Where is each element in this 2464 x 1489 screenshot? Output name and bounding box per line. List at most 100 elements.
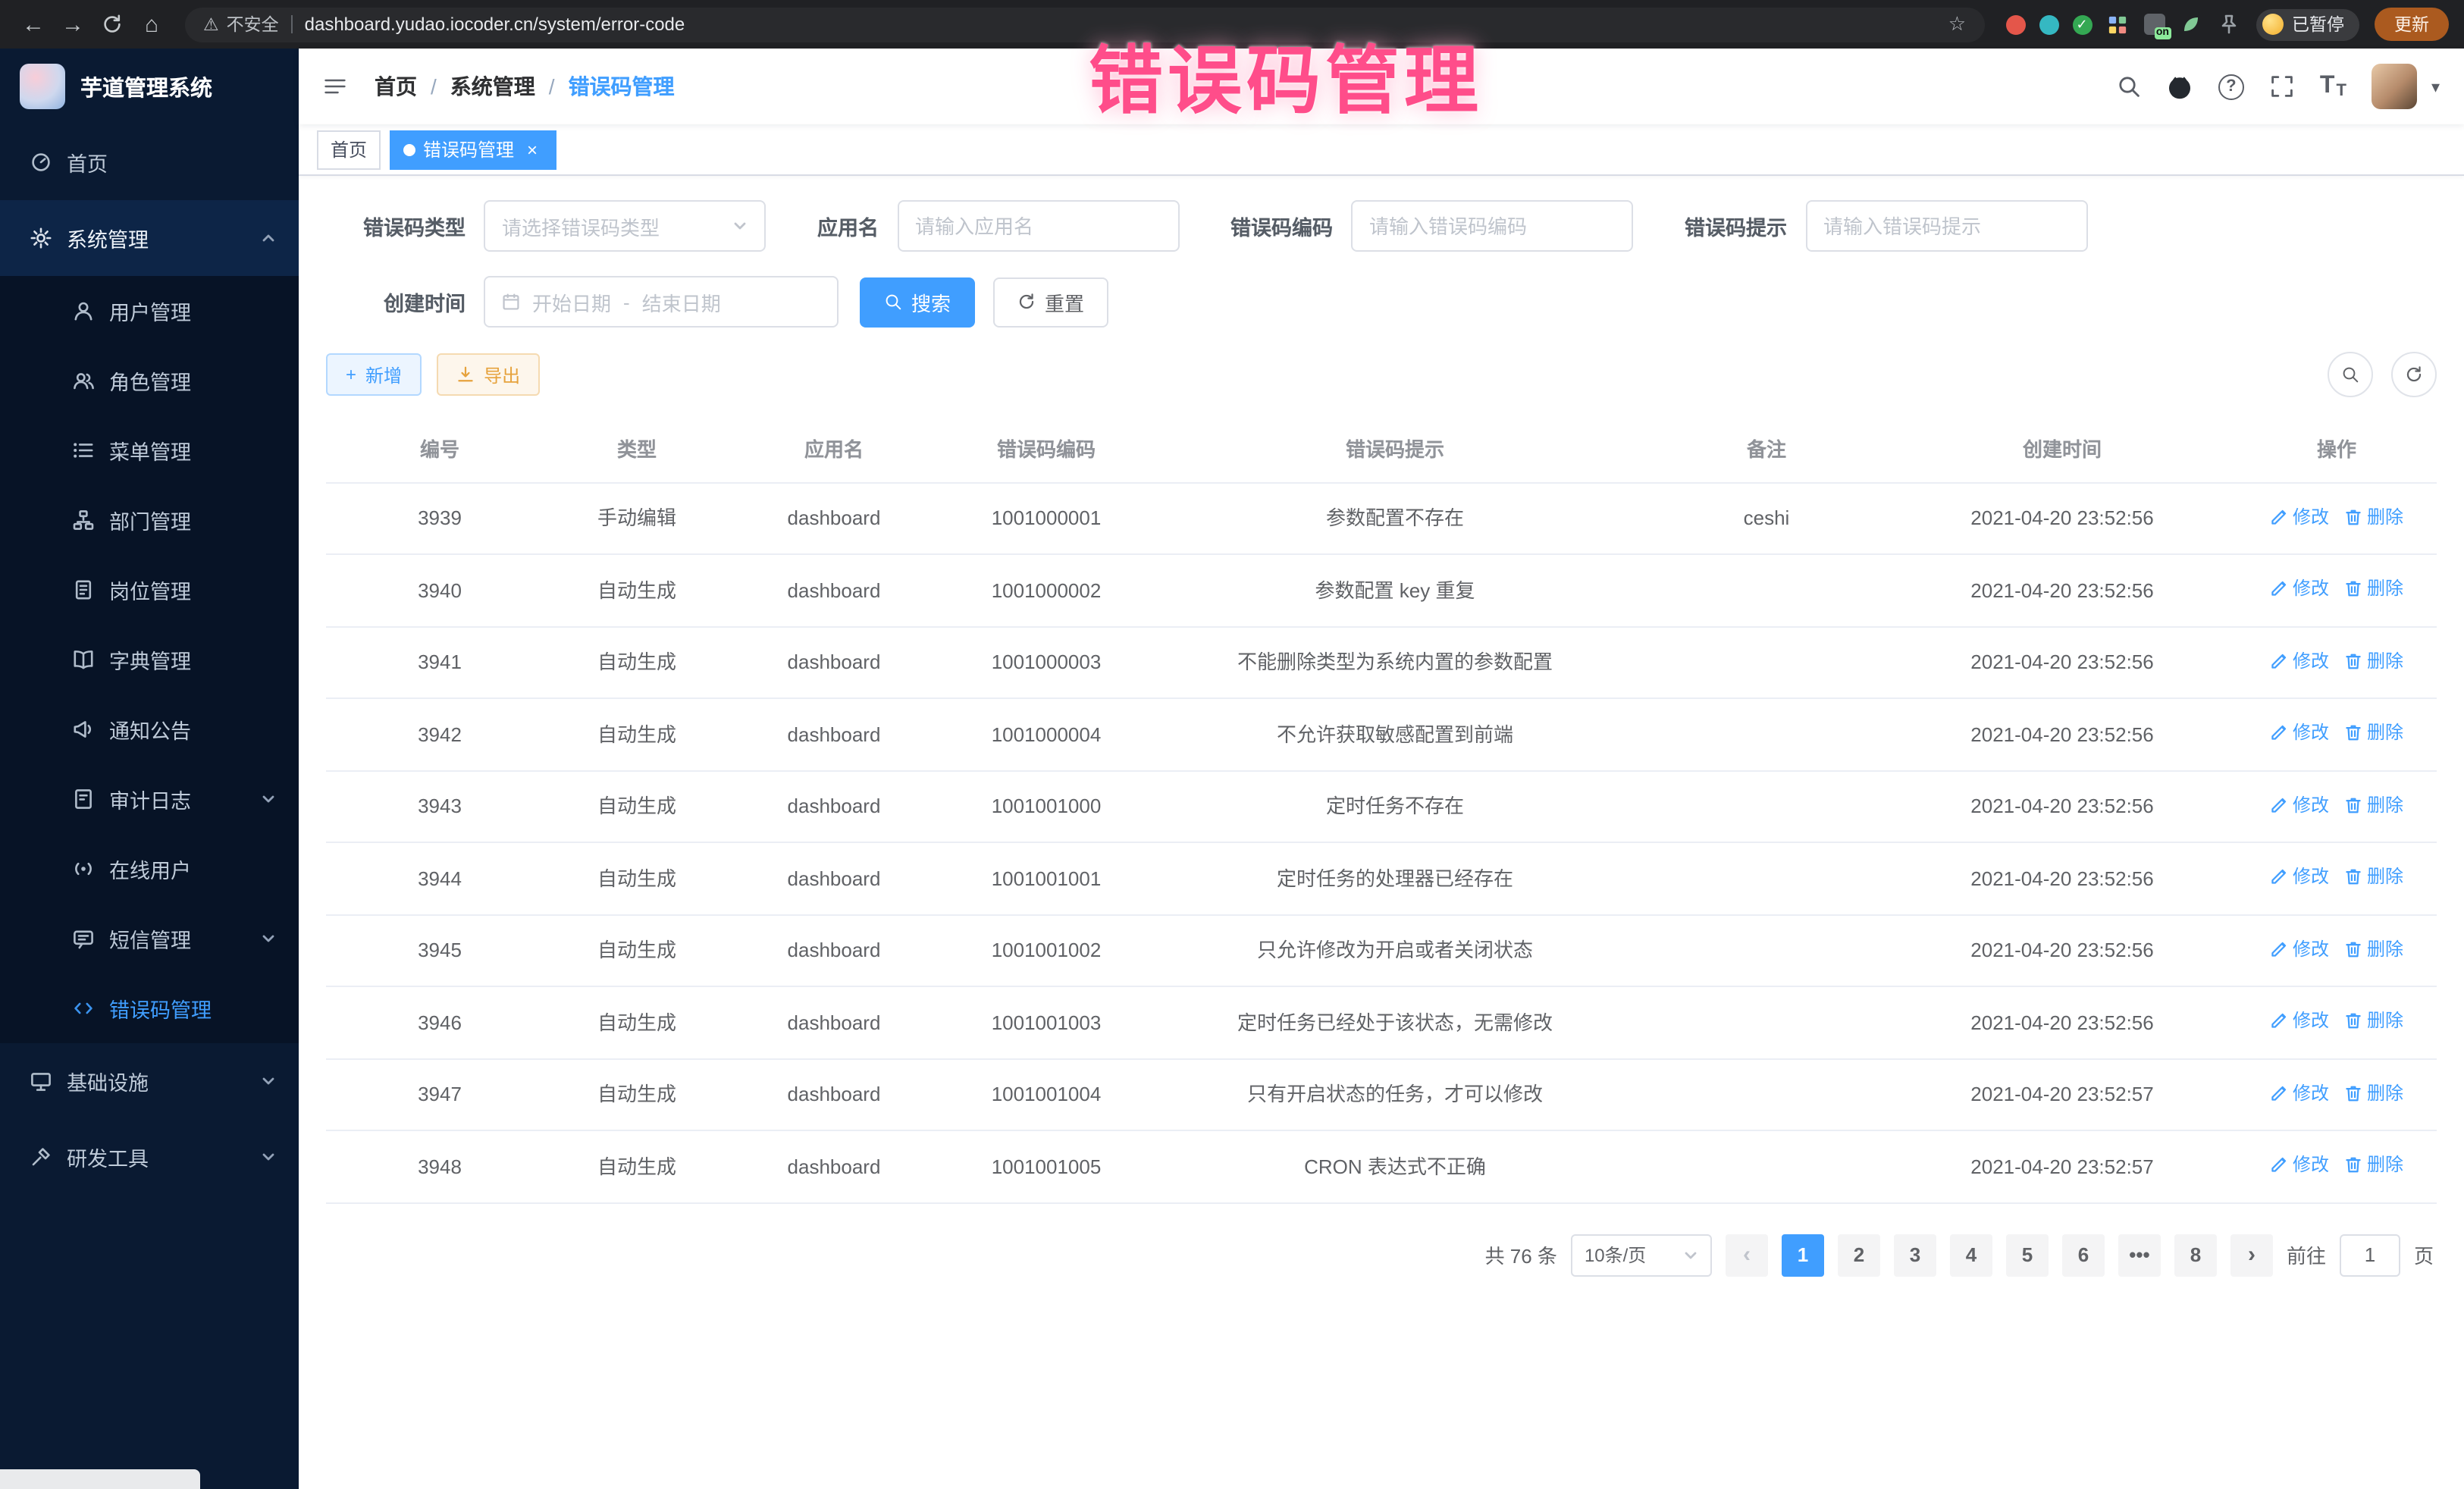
search-button[interactable]: 搜索	[860, 277, 975, 327]
address-bar[interactable]: ⚠ 不安全 dashboard.yudao.iocoder.cn/system/…	[185, 7, 1984, 42]
edit-link[interactable]: 修改	[2270, 791, 2329, 818]
delete-link[interactable]: 删除	[2344, 791, 2403, 818]
cell-app: dashboard	[720, 914, 948, 986]
delete-link[interactable]: 删除	[2344, 719, 2403, 746]
add-button[interactable]: + 新增	[326, 353, 422, 396]
chevron-down-icon	[261, 1074, 276, 1089]
tab-home[interactable]: 首页	[317, 130, 381, 169]
search-icon[interactable]	[2117, 74, 2141, 99]
reload-icon[interactable]	[94, 6, 130, 42]
cell-hint: 参数配置 key 重复	[1145, 554, 1645, 626]
cell-code: 1001000004	[948, 698, 1145, 770]
page-button[interactable]: 6	[2062, 1234, 2105, 1276]
delete-link[interactable]: 删除	[2344, 575, 2403, 602]
edit-link[interactable]: 修改	[2270, 863, 2329, 890]
edit-icon	[2270, 1083, 2288, 1102]
show-search-button[interactable]	[2328, 352, 2373, 397]
browser-update-button[interactable]: 更新	[2375, 8, 2449, 41]
sidebar-item-online-users[interactable]: 在线用户	[0, 834, 299, 904]
refresh-table-button[interactable]	[2391, 352, 2437, 397]
apps-grid-icon[interactable]	[2105, 12, 2130, 36]
edit-link[interactable]: 修改	[2270, 647, 2329, 674]
help-icon[interactable]: ?	[2218, 74, 2244, 99]
edit-link[interactable]: 修改	[2270, 935, 2329, 962]
error-hint-input[interactable]	[1823, 215, 2069, 237]
delete-link[interactable]: 删除	[2344, 935, 2403, 962]
app-name-input[interactable]	[915, 215, 1161, 237]
sidebar-item-error-code[interactable]: 错误码管理	[0, 973, 299, 1043]
back-icon[interactable]: ←	[15, 6, 52, 42]
next-page-button[interactable]: ›	[2230, 1234, 2273, 1276]
breadcrumb-home[interactable]: 首页	[375, 71, 417, 102]
delete-link[interactable]: 删除	[2344, 863, 2403, 890]
delete-link[interactable]: 删除	[2344, 1151, 2403, 1178]
sidebar-item-menus[interactable]: 菜单管理	[0, 415, 299, 485]
record-indicator-icon[interactable]	[2005, 14, 2025, 34]
sidebar-item-notices[interactable]: 通知公告	[0, 694, 299, 764]
sidebar-item-home[interactable]: 首页	[0, 124, 299, 200]
github-icon[interactable]	[2167, 74, 2193, 99]
sidebar-item-departments[interactable]: 部门管理	[0, 485, 299, 555]
close-icon[interactable]: ×	[522, 139, 543, 160]
bookmark-star-icon[interactable]: ☆	[1948, 12, 1966, 36]
sidebar-item-dictionary[interactable]: 字典管理	[0, 625, 299, 694]
pin-extension-icon[interactable]	[2216, 12, 2240, 36]
cell-remark	[1645, 1058, 1888, 1130]
sidebar-item-dev-tools[interactable]: 研发工具	[0, 1119, 299, 1195]
proxy-extension-icon[interactable]: on	[2143, 14, 2165, 35]
cell-hint: 不允许获取敏感配置到前端	[1145, 698, 1645, 770]
page-button[interactable]: 2	[1838, 1234, 1880, 1276]
check-extension-icon[interactable]: ✓	[2072, 14, 2092, 34]
sidebar-item-audit-log[interactable]: 审计日志	[0, 764, 299, 834]
cell-remark	[1645, 842, 1888, 914]
delete-link[interactable]: 删除	[2344, 503, 2403, 530]
edit-link[interactable]: 修改	[2270, 1007, 2329, 1034]
megaphone-icon	[71, 718, 94, 741]
search-icon	[2341, 365, 2359, 384]
date-range-picker[interactable]: 开始日期 - 结束日期	[484, 276, 839, 328]
hamburger-icon[interactable]	[323, 74, 347, 99]
page-button[interactable]: 4	[1950, 1234, 1992, 1276]
edit-link[interactable]: 修改	[2270, 1079, 2329, 1106]
cell-id: 3941	[326, 626, 553, 698]
breadcrumb-system[interactable]: 系统管理	[450, 71, 535, 102]
sidebar-item-infrastructure[interactable]: 基础设施	[0, 1043, 299, 1119]
leaf-extension-icon[interactable]	[2178, 12, 2202, 36]
cell-id: 3940	[326, 554, 553, 626]
delete-link[interactable]: 删除	[2344, 1079, 2403, 1106]
delete-link[interactable]: 删除	[2344, 647, 2403, 674]
page-size-select[interactable]: 10条/页	[1571, 1234, 1712, 1276]
error-code-input[interactable]	[1369, 215, 1615, 237]
sidebar-item-sms[interactable]: 短信管理	[0, 904, 299, 973]
reset-button[interactable]: 重置	[993, 277, 1108, 327]
edit-link[interactable]: 修改	[2270, 1151, 2329, 1178]
profile-paused-chip[interactable]: 已暂停	[2256, 8, 2359, 40]
fullscreen-icon[interactable]	[2270, 74, 2294, 99]
logo[interactable]: 芋道管理系统	[0, 49, 299, 124]
extension-icon[interactable]	[2039, 14, 2058, 34]
font-size-icon[interactable]: TT	[2320, 73, 2346, 100]
forward-icon[interactable]: →	[55, 6, 91, 42]
edit-link[interactable]: 修改	[2270, 503, 2329, 530]
home-icon[interactable]: ⌂	[133, 6, 170, 42]
delete-link[interactable]: 删除	[2344, 1007, 2403, 1034]
sidebar-item-users[interactable]: 用户管理	[0, 276, 299, 346]
prev-page-button[interactable]: ‹	[1726, 1234, 1768, 1276]
error-type-select[interactable]: 请选择错误码类型	[484, 200, 766, 252]
page-button[interactable]: 8	[2174, 1234, 2217, 1276]
cell-remark	[1645, 698, 1888, 770]
tab-error-code[interactable]: 错误码管理 ×	[390, 130, 556, 169]
sidebar-item-roles[interactable]: 角色管理	[0, 346, 299, 415]
page-button[interactable]: 1	[1782, 1234, 1824, 1276]
sidebar-item-system[interactable]: 系统管理	[0, 200, 299, 276]
export-button[interactable]: 导出	[437, 353, 540, 396]
page-button[interactable]: 3	[1894, 1234, 1936, 1276]
avatar[interactable]	[2372, 64, 2418, 109]
caret-down-icon[interactable]: ▾	[2431, 77, 2440, 96]
edit-link[interactable]: 修改	[2270, 719, 2329, 746]
page-button[interactable]: 5	[2006, 1234, 2049, 1276]
sidebar-item-positions[interactable]: 岗位管理	[0, 555, 299, 625]
page-button[interactable]: •••	[2118, 1234, 2161, 1276]
goto-page-input[interactable]	[2340, 1234, 2400, 1276]
edit-link[interactable]: 修改	[2270, 575, 2329, 602]
